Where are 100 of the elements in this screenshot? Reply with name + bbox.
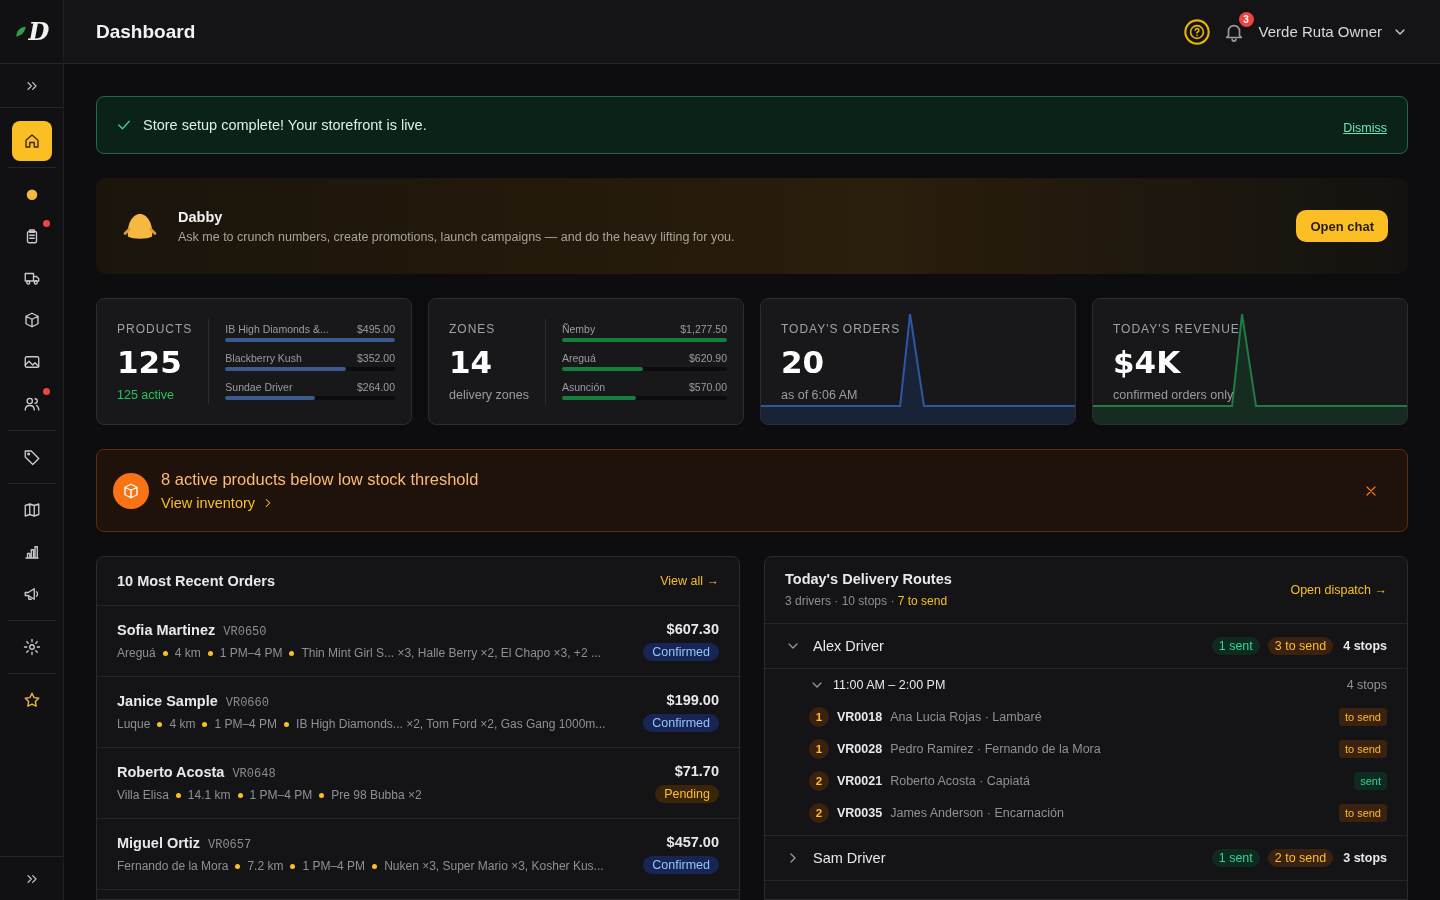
order-detail: Fernando de la Mora <box>117 859 229 873</box>
help-icon <box>1182 17 1211 46</box>
order-code: VR0021 <box>837 774 883 788</box>
bar-value: $1,277.50 <box>680 323 727 335</box>
order-detail: 4 km <box>174 646 201 660</box>
order-detail: 1 PM–4 PM <box>249 788 313 802</box>
user-menu[interactable]: Verde Ruta Owner <box>1258 23 1408 40</box>
stop-detail: Pedro Ramirez · Fernando de la Mora <box>890 742 1102 756</box>
order-detail: 4 km <box>169 717 196 731</box>
separator-dot <box>284 721 290 727</box>
order-detail: Villa Elisa <box>117 788 169 802</box>
stops-count: 3 stops <box>1343 851 1387 865</box>
order-detail: Areguá <box>117 646 156 660</box>
bar-label: Areguá <box>561 352 596 364</box>
stat-label: ZONES <box>449 321 497 336</box>
box-outline-icon <box>122 481 140 500</box>
stop-detail: Roberto Acosta · Capiatá <box>890 774 1031 788</box>
settings-icon <box>22 638 41 656</box>
order-detail: Pre 98 Bubba ×2 <box>331 788 422 802</box>
panel-title: 10 Most Recent Orders <box>117 573 275 589</box>
stat-value: 125 <box>117 343 183 380</box>
separator-dot <box>237 792 243 798</box>
stat-value: 20 <box>781 343 826 380</box>
users-icon <box>22 395 41 413</box>
bar-value: $264.00 <box>357 381 395 393</box>
sent-count: 1 sent <box>1211 637 1260 655</box>
help-button[interactable] <box>1182 17 1211 46</box>
customer-name: Sofia Martinez <box>117 622 216 638</box>
logo: D <box>28 17 50 46</box>
order-detail: Luque <box>117 717 151 731</box>
stop-detail: James Anderson · Encarnación <box>890 806 1065 820</box>
order-detail: Thin Mint Girl S... ×3, Halle Berry ×2, El Chapo ×3, +2 ... <box>301 646 601 660</box>
view-all-link[interactable]: View all → <box>660 574 719 588</box>
assistant-description: Ask me to crunch numbers, create promotions, launch campaigns — and do the heavy lifting for you. <box>178 229 736 244</box>
stop-number: 2 <box>809 771 829 791</box>
status-badge: to send <box>1338 804 1387 822</box>
separator-dot <box>175 792 181 798</box>
order-detail: 1 PM–4 PM <box>219 646 283 660</box>
separator-dot <box>372 863 378 869</box>
routes-summary: 3 drivers · 10 stops · 7 to send <box>785 594 948 608</box>
order-detail: 14.1 km <box>187 788 231 802</box>
bar-label: Blackberry Kush <box>225 352 302 364</box>
stops-count: 4 stops <box>1346 678 1387 692</box>
image-icon <box>22 353 41 371</box>
sent-count: 1 sent <box>1211 849 1260 867</box>
stop-number: 2 <box>809 803 829 823</box>
separator-dot <box>162 650 168 656</box>
home-icon <box>22 132 41 150</box>
bar-value: $495.00 <box>357 323 395 335</box>
order-detail: 7.2 km <box>247 859 284 873</box>
customer-name: Miguel Ortiz <box>117 835 200 851</box>
open-chat-button[interactable]: Open chat <box>1296 210 1388 242</box>
notification-badge: 3 <box>1238 11 1254 27</box>
page-title: Dashboard <box>96 20 197 43</box>
status-badge: to send <box>1338 708 1387 726</box>
order-amount: $71.70 <box>674 763 719 779</box>
stat-value: $4K <box>1113 343 1182 380</box>
driver-name: Alex Driver <box>813 638 885 654</box>
stat-label: PRODUCTS <box>117 321 193 336</box>
open-dispatch-link[interactable]: Open dispatch → <box>1290 583 1387 597</box>
sidebar-item[interactable] <box>11 121 52 161</box>
order-detail: Nuken ×3, Super Mario ×3, Kosher Kus... <box>384 859 604 873</box>
stop-number: 1 <box>809 739 829 759</box>
stop-detail: Ana Lucia Rojas · Lambaré <box>890 710 1043 724</box>
order-amount: $607.30 <box>666 621 719 637</box>
stat-caption: as of 6:06 AM <box>781 387 859 402</box>
status-badge: Confirmed <box>643 856 719 874</box>
stat-label: TODAY'S REVENUE <box>1113 321 1240 336</box>
status-badge: Confirmed <box>643 714 719 732</box>
bar-value: $620.90 <box>689 352 727 364</box>
separator-dot <box>207 650 213 656</box>
order-code: VR0657 <box>208 838 252 852</box>
status-badge: sent <box>1354 772 1387 790</box>
box-icon <box>22 311 41 329</box>
bar-label: Sundae Driver <box>225 381 293 393</box>
stat-value: 14 <box>449 343 494 380</box>
separator-dot <box>235 863 241 869</box>
stat-caption: confirmed orders only <box>1113 387 1235 402</box>
time-slot: 11:00 AM – 2:00 PM <box>833 678 1339 692</box>
customer-name: Janice Sample <box>117 693 218 709</box>
order-code: VR0648 <box>232 767 276 781</box>
to-send-count: 2 to send <box>1267 849 1334 867</box>
megaphone-icon <box>22 585 41 603</box>
view-inventory-link[interactable]: View inventory <box>161 495 276 511</box>
status-badge: to send <box>1338 740 1387 758</box>
customer-name: Roberto Acosta <box>117 764 225 780</box>
separator-dot <box>319 792 325 798</box>
panel-title: Today's Delivery Routes <box>785 571 952 587</box>
dismiss-link[interactable]: Dismiss <box>1343 121 1387 135</box>
driver-name: Sam Driver <box>813 850 887 866</box>
order-detail: 1 PM–4 PM <box>302 859 366 873</box>
stat-caption: 125 active <box>117 387 175 402</box>
stop-number: 1 <box>809 707 829 727</box>
bar-value: $570.00 <box>689 381 727 393</box>
bar-chart-icon <box>22 543 41 561</box>
map-icon <box>22 501 41 519</box>
order-detail: 1 PM–4 PM <box>214 717 278 731</box>
tag-icon <box>22 448 41 466</box>
stops-count: 4 stops <box>1343 639 1387 653</box>
order-code: VR0018 <box>837 710 883 724</box>
